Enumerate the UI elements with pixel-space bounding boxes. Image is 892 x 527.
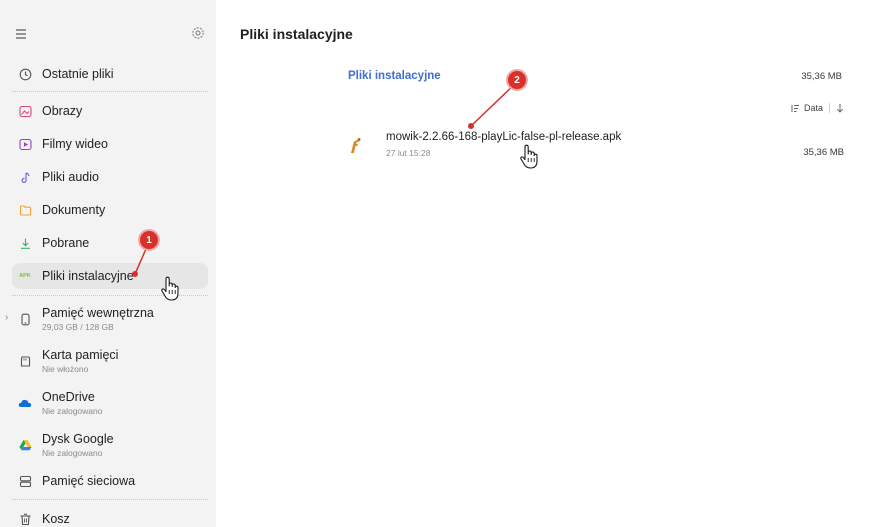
- server-icon: [18, 474, 32, 488]
- sidebar-item-label: Pliki instalacyjne: [42, 269, 134, 283]
- sort-direction-arrow-down-icon[interactable]: [836, 103, 844, 113]
- sidebar-item-label: Ostatnie pliki: [42, 67, 114, 81]
- music-note-icon: [18, 170, 32, 184]
- file-name: mowik-2.2.66-168-playLic-false-pl-releas…: [386, 131, 622, 143]
- annotation-badge-1: 1: [138, 229, 160, 251]
- sidebar-item-memory-card[interactable]: Karta pamięci Nie włożono: [12, 344, 208, 378]
- sidebar-item-label: Obrazy: [42, 104, 83, 118]
- sidebar-item-recent[interactable]: Ostatnie pliki: [12, 61, 208, 87]
- sidebar-item-internal-storage[interactable]: Pamięć wewnętrzna 29,03 GB / 128 GB: [12, 302, 208, 336]
- sidebar-item-label: Dysk Google: [42, 432, 114, 446]
- sidebar-item-label: Pamięć sieciowa: [42, 474, 136, 488]
- sidebar-item-google-drive[interactable]: Dysk Google Nie zalogowano: [12, 428, 208, 462]
- annotation-badge-2: 2: [506, 69, 528, 91]
- gear-icon[interactable]: [190, 25, 206, 41]
- sidebar-item-documents[interactable]: Dokumenty: [12, 197, 208, 223]
- sidebar-item-label: Kosz: [42, 512, 70, 526]
- folder-document-icon: [18, 203, 32, 217]
- apk-icon: APK: [18, 269, 32, 283]
- section-title: Pliki instalacyjne: [348, 70, 441, 82]
- video-icon: [18, 137, 32, 151]
- storage-usage-text: 29,03 GB / 128 GB: [42, 322, 114, 332]
- phone-storage-icon: [18, 312, 32, 326]
- sidebar-item-videos[interactable]: Filmy wideo: [12, 131, 208, 157]
- apk-tag: APK: [19, 273, 31, 279]
- sidebar-item-label: Pamięć wewnętrzna: [42, 306, 154, 320]
- sidebar-item-label: Dokumenty: [42, 203, 106, 217]
- sidebar-item-label: OneDrive: [42, 390, 95, 404]
- file-list-item[interactable]: mowik-2.2.66-168-playLic-false-pl-releas…: [348, 128, 844, 160]
- sort-by-label[interactable]: Data: [804, 103, 823, 113]
- trash-icon: [18, 512, 32, 526]
- sidebar-item-downloads[interactable]: Pobrane: [12, 230, 208, 256]
- sidebar-item-images[interactable]: Obrazy: [12, 98, 208, 124]
- sort-icon[interactable]: [790, 104, 800, 113]
- sidebar: Ostatnie pliki Obrazy Filmy wideo Pliki …: [0, 0, 216, 527]
- sidebar-item-label: Filmy wideo: [42, 137, 108, 151]
- sidebar-item-onedrive[interactable]: OneDrive Nie zalogowano: [12, 386, 208, 420]
- sidebar-item-label: Pobrane: [42, 236, 90, 250]
- sidebar-item-network-storage[interactable]: Pamięć sieciowa: [12, 468, 208, 494]
- sidebar-item-audio[interactable]: Pliki audio: [12, 164, 208, 190]
- menu-icon[interactable]: [14, 27, 28, 41]
- file-size: 35,36 MB: [803, 147, 844, 158]
- apk-file-icon: [351, 138, 361, 153]
- app-window: Ostatnie pliki Obrazy Filmy wideo Pliki …: [0, 0, 892, 527]
- hand-cursor-icon: [520, 144, 538, 169]
- file-date: 27 lut 15:28: [386, 148, 431, 158]
- hand-cursor-icon: [161, 276, 179, 301]
- section-size: 35,36 MB: [801, 71, 842, 82]
- divider: [12, 91, 208, 92]
- sidebar-header: [0, 22, 216, 46]
- divider: [829, 103, 830, 113]
- download-icon: [18, 236, 32, 250]
- clock-icon: [18, 67, 32, 81]
- onedrive-cloud-icon: [18, 396, 32, 410]
- status-text: Nie zalogowano: [42, 406, 103, 416]
- status-text: Nie włożono: [42, 364, 89, 374]
- sidebar-item-trash[interactable]: Kosz: [12, 506, 208, 527]
- expand-chevron-icon[interactable]: ›: [5, 312, 8, 323]
- page-title: Pliki instalacyjne: [240, 26, 353, 42]
- divider: [12, 499, 208, 500]
- sort-bar: Data: [790, 103, 844, 113]
- google-drive-icon: [18, 438, 32, 452]
- image-icon: [18, 104, 32, 118]
- status-text: Nie zalogowano: [42, 448, 103, 458]
- sidebar-item-label: Pliki audio: [42, 170, 99, 184]
- sidebar-item-label: Karta pamięci: [42, 348, 119, 362]
- sd-card-icon: [18, 354, 32, 368]
